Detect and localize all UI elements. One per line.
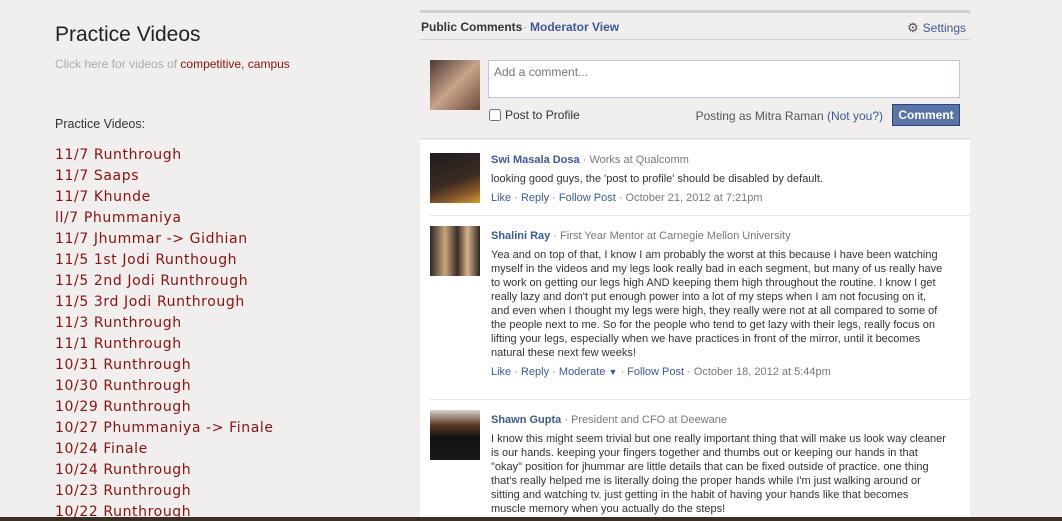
- tab-moderator-view[interactable]: Moderator View: [530, 20, 619, 34]
- comment-tabs: Public Comments · Moderator View ⚙ Settin…: [420, 10, 970, 40]
- comment-text: I know this might seem trivial but one r…: [491, 433, 946, 515]
- not-you-link[interactable]: (Not you?): [827, 109, 883, 123]
- like-link[interactable]: Like: [491, 192, 511, 204]
- comment-author[interactable]: Shawn Gupta: [491, 414, 561, 426]
- chevron-down-icon[interactable]: ▼: [608, 367, 617, 377]
- video-link[interactable]: 10/29 Runthrough: [55, 397, 274, 418]
- video-link[interactable]: 11/7 Khunde: [55, 187, 274, 208]
- comment-body: Shawn Gupta · President and CFO at Deewa…: [491, 413, 946, 516]
- tab-separator: ·: [523, 20, 527, 34]
- comment-text: Yea and on top of that, I know I am prob…: [491, 249, 943, 359]
- video-link[interactable]: 10/23 Runthrough: [55, 481, 274, 502]
- avatar: [430, 153, 480, 203]
- bottom-bar: [0, 517, 1062, 521]
- follow-post-link[interactable]: Follow Post: [627, 366, 684, 378]
- video-link[interactable]: ll/7 Phummaniya: [55, 208, 274, 229]
- comment-date: · October 21, 2012 at 7:21pm: [618, 192, 763, 204]
- divider: [430, 399, 970, 400]
- posting-as-label: Posting as Mitra Raman: [695, 109, 824, 123]
- comment-author[interactable]: Shalini Ray: [491, 230, 550, 242]
- video-link[interactable]: 11/7 Runthrough: [55, 145, 274, 166]
- comment-actions: Like · Reply · Follow Post · October 21,…: [491, 191, 946, 205]
- action-separator: ·: [514, 366, 518, 378]
- moderate-link[interactable]: Moderate: [559, 366, 605, 378]
- video-link[interactable]: 11/7 Saaps: [55, 166, 274, 187]
- comment-actions: Like · Reply · Moderate ▼ · Follow Post …: [491, 365, 946, 379]
- action-separator: ·: [514, 192, 518, 204]
- video-link[interactable]: 11/1 Runthrough: [55, 334, 274, 355]
- page-title: Practice Videos: [55, 23, 201, 46]
- comment-author-meta: · President and CFO at Deewane: [564, 414, 727, 426]
- settings-button[interactable]: ⚙ Settings: [907, 20, 966, 36]
- avatar: [430, 226, 480, 276]
- comment-list: Swi Masala Dosa · Works at Qualcomm look…: [420, 140, 970, 521]
- video-link[interactable]: 10/24 Finale: [55, 439, 274, 460]
- like-link[interactable]: Like: [491, 366, 511, 378]
- follow-post-link[interactable]: Follow Post: [559, 192, 616, 204]
- video-link[interactable]: 10/24 Runthrough: [55, 460, 274, 481]
- video-list-heading: Practice Videos:: [55, 117, 146, 131]
- comments-panel: Public Comments · Moderator View ⚙ Settin…: [420, 10, 970, 521]
- campus-link[interactable]: campus: [248, 57, 290, 71]
- comment-body: Shalini Ray · First Year Mentor at Carne…: [491, 229, 946, 379]
- video-link[interactable]: 11/5 1st Jodi Runthough: [55, 250, 274, 271]
- comment-author-meta: · First Year Mentor at Carnegie Mellon U…: [553, 230, 791, 242]
- video-link[interactable]: 11/7 Jhummar -> Gidhian: [55, 229, 274, 250]
- video-link[interactable]: 11/5 2nd Jodi Runthrough: [55, 271, 274, 292]
- comment-button[interactable]: Comment: [892, 104, 960, 126]
- comment-composer: Post to Profile Posting as Mitra Raman (…: [420, 53, 970, 139]
- comment-header: Swi Masala Dosa · Works at Qualcomm: [491, 153, 946, 167]
- action-separator: ·: [620, 366, 625, 378]
- comment-input[interactable]: [488, 60, 960, 98]
- comment-author[interactable]: Swi Masala Dosa: [491, 154, 580, 166]
- avatar: [430, 410, 480, 460]
- video-link[interactable]: 10/31 Runthrough: [55, 355, 274, 376]
- avatar: [430, 60, 480, 110]
- video-link[interactable]: 11/3 Runthrough: [55, 313, 274, 334]
- posting-as: Posting as Mitra Raman (Not you?): [696, 109, 883, 123]
- comment-header: Shawn Gupta · President and CFO at Deewa…: [491, 413, 946, 427]
- comment-header: Shalini Ray · First Year Mentor at Carne…: [491, 229, 946, 243]
- post-to-profile-label: Post to Profile: [505, 108, 580, 122]
- video-link[interactable]: 11/5 3rd Jodi Runthrough: [55, 292, 274, 313]
- reply-link[interactable]: Reply: [521, 192, 549, 204]
- video-link[interactable]: 10/27 Phummaniya -> Finale: [55, 418, 274, 439]
- tab-public-comments[interactable]: Public Comments: [421, 20, 522, 34]
- subtitle-prefix: Click here for videos of: [55, 57, 178, 71]
- video-link[interactable]: 10/30 Runthrough: [55, 376, 274, 397]
- comment-author-meta: · Works at Qualcomm: [582, 154, 689, 166]
- divider: [430, 215, 970, 216]
- subtitle: Click here for videos of competitive, ca…: [55, 57, 290, 71]
- reply-link[interactable]: Reply: [521, 366, 549, 378]
- action-separator: ·: [552, 366, 556, 378]
- comment-date: · October 18, 2012 at 5:44pm: [687, 366, 831, 378]
- settings-label: Settings: [922, 21, 966, 35]
- video-list: 11/7 Runthrough 11/7 Saaps 11/7 Khunde l…: [55, 145, 274, 521]
- competitive-link[interactable]: competitive,: [180, 57, 244, 71]
- action-separator: ·: [552, 192, 556, 204]
- post-to-profile-checkbox[interactable]: [489, 109, 501, 121]
- gear-icon: ⚙: [906, 20, 919, 35]
- post-to-profile-option[interactable]: Post to Profile: [488, 108, 580, 122]
- comment-body: Swi Masala Dosa · Works at Qualcomm look…: [491, 153, 946, 205]
- comment-text: looking good guys, the 'post to profile'…: [491, 173, 823, 185]
